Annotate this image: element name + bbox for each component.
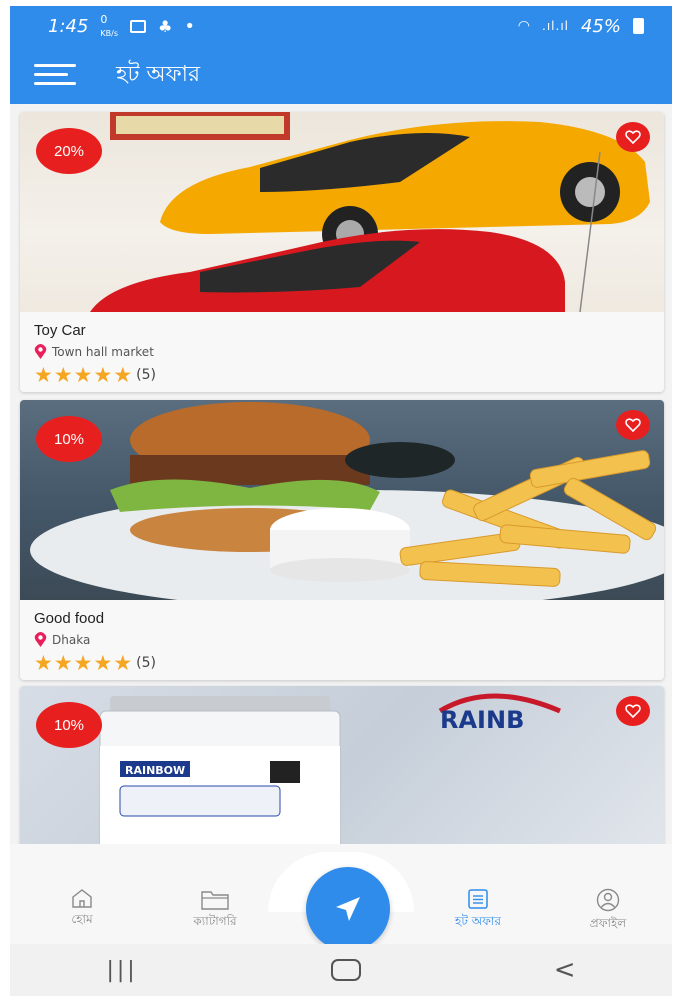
rating-count: (5) [136, 655, 156, 671]
discount-badge: 10% [36, 702, 102, 748]
star-rating: ★ ★ ★ ★ ★ (5) [34, 363, 650, 387]
discount-badge: 10% [36, 416, 102, 462]
nav-label: হট অফার [455, 914, 501, 928]
offer-image-burger-fries: 10% [20, 400, 664, 600]
dot-icon: • [184, 15, 195, 37]
offer-card-good-food[interactable]: 10% Good food Dhaka ★ ★ ★ ★ ★ (5) [20, 400, 664, 680]
notification-icon: ♣ [158, 16, 173, 36]
favorite-heart-icon[interactable] [616, 696, 650, 726]
battery-icon [633, 18, 644, 34]
bucket-brand-text: RAINBOW [125, 764, 185, 777]
home-icon [72, 889, 92, 908]
location-pin-icon [34, 632, 47, 647]
offer-card-toy-car[interactable]: 20% Toy Car Town hall market ★ ★ ★ ★ ★ (… [20, 112, 664, 392]
nav-profile[interactable]: প্রফাইল [558, 888, 658, 935]
bottom-navigation: হোম ক্যাটাগরি হট অফার প্রফাইল [10, 844, 672, 951]
nav-category[interactable]: ক্যাটাগরি [165, 888, 265, 933]
hamburger-icon[interactable] [34, 64, 76, 86]
list-icon [468, 889, 488, 909]
offer-location: Dhaka [52, 632, 91, 647]
gallery-icon [130, 19, 147, 33]
offer-title: Good food [34, 610, 105, 627]
star-icon: ★ [34, 651, 53, 675]
battery-percent: 45% [580, 15, 621, 37]
net-speed-indicator: 0 KB/s [100, 13, 119, 38]
offer-location: Town hall market [52, 344, 154, 359]
nav-label: ক্যাটাগরি [193, 914, 237, 928]
navigation-arrow-icon [336, 897, 360, 921]
star-icon: ★ [113, 651, 133, 675]
status-bar: 1:45 0 KB/s ♣ • ◠ .ıl.ıl 45% [10, 6, 672, 46]
home-button-icon[interactable] [330, 959, 361, 981]
offer-image-rainbow-paint-bucket: RAINB RAINBOW 10% [20, 686, 664, 844]
star-icon: ★ [113, 363, 133, 387]
star-icon: ★ [93, 651, 113, 675]
offer-card-rainbow-paint[interactable]: RAINB RAINBOW 10% [20, 686, 664, 844]
system-navigation-bar: ||| < [10, 944, 672, 996]
page-title: হট অফার [116, 61, 201, 87]
favorite-heart-icon[interactable] [616, 122, 650, 152]
offer-image-toy-cars: 20% [20, 112, 664, 312]
profile-icon [596, 888, 620, 912]
star-icon: ★ [34, 363, 53, 387]
paint-bucket-illustration: RAINB RAINBOW [99, 693, 561, 844]
app-bar: হট অফার [10, 46, 672, 104]
folder-icon [201, 891, 229, 910]
offer-list[interactable]: 20% Toy Car Town hall market ★ ★ ★ ★ ★ (… [10, 104, 672, 844]
nav-label: হোম [71, 912, 93, 926]
favorite-heart-icon[interactable] [616, 410, 650, 440]
nav-label: প্রফাইল [589, 916, 627, 930]
star-icon: ★ [93, 363, 113, 387]
star-icon: ★ [73, 651, 93, 675]
discount-badge: 20% [36, 128, 102, 174]
burger-fries-illustration [30, 402, 664, 600]
brand-logo-text: RAINB [440, 706, 524, 734]
star-icon: ★ [73, 363, 93, 387]
navigation-fab-button[interactable] [306, 867, 390, 951]
offer-title: Toy Car [34, 322, 86, 339]
star-icon: ★ [53, 651, 73, 675]
star-icon: ★ [53, 363, 73, 387]
back-icon[interactable]: < [554, 955, 576, 985]
recent-apps-icon[interactable]: ||| [106, 958, 137, 983]
location-pin-icon [34, 344, 47, 359]
nav-hot-offer[interactable]: হট অফার [428, 888, 528, 933]
wifi-icon: ◠ [517, 18, 531, 34]
nav-home[interactable]: হোম [32, 888, 132, 931]
rating-count: (5) [136, 367, 156, 383]
status-time: 1:45 [48, 15, 89, 37]
toy-cars-illustration [90, 112, 650, 312]
signal-icon: .ıl.ıl [542, 19, 569, 33]
star-rating: ★ ★ ★ ★ ★ (5) [34, 651, 650, 675]
